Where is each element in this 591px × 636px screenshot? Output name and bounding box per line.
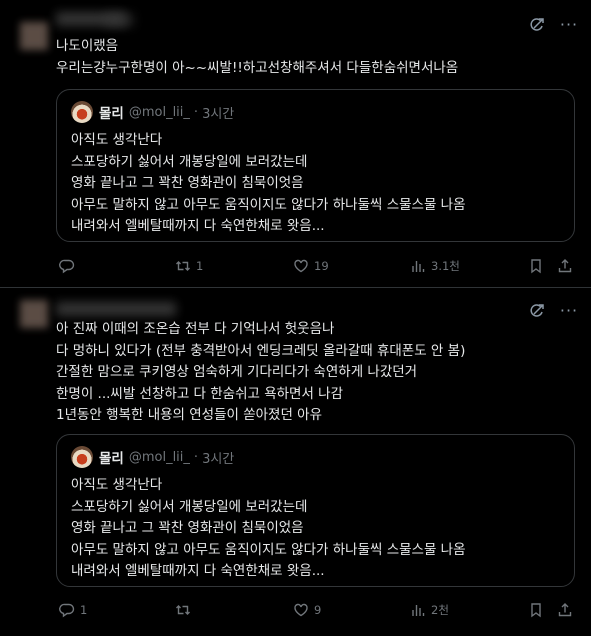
- repost-button[interactable]: [175, 600, 196, 620]
- repost-icon: [176, 605, 190, 615]
- bookmark-icon: [531, 259, 541, 274]
- share-button[interactable]: [557, 600, 578, 620]
- share-icon: [558, 603, 572, 617]
- tweet-text-line: 간절한 맘으로 쿠키영상 엄숙하게 기다리다가 숙연하게 나갔던거: [56, 364, 418, 380]
- quoted-tweet[interactable]: 몰리 @mol_lii_ · 3시간 아직도 생각난다 스포당하기 싫어서 개봉…: [56, 434, 575, 587]
- repost-icon: [176, 261, 190, 271]
- tweet-text-line: 우리는걍누구한명이 아~~씨발!!하고선창해주셔서 다들한숨쉬면서나옴: [56, 59, 459, 76]
- grok-icon[interactable]: [529, 303, 545, 319]
- more-icon[interactable]: ···: [559, 17, 579, 35]
- avatar[interactable]: [20, 300, 48, 328]
- views-icon: [412, 261, 425, 272]
- quoted-text-line: 영화 끝나고 그 꽉찬 영화관이 침묵이었음: [71, 520, 304, 536]
- tweet-text-line: 아 진짜 이때의 조온습 전부 다 기억나서 헛웃음나: [56, 321, 335, 337]
- like-button[interactable]: 19: [293, 256, 329, 276]
- separator-dot: ·: [193, 449, 199, 465]
- quoted-text-line: 스포당하기 싫어서 개봉당일에 보러갔는데: [71, 498, 308, 515]
- quoted-text: 아직도 생각난다 스포당하기 싫어서 개봉당일에 보러갔는데 영화 끝나고 그 …: [71, 130, 564, 238]
- quoted-tweet[interactable]: 몰리 @mol_lii_ · 3시간 아직도 생각난다 스포당하기 싫어서 개봉…: [56, 89, 575, 242]
- tweet-text: 나도이랬음 우리는걍누구한명이 아~~씨발!!하고선창해주셔서 다들한숨쉬면서나…: [56, 36, 575, 79]
- bookmark-button[interactable]: [528, 256, 549, 276]
- tweet[interactable]: ··· 아 진짜 이때의 조온습 전부 다 기억나서 헛웃음나 다 멍하니 있다…: [0, 289, 591, 636]
- quoted-avatar[interactable]: [71, 446, 93, 468]
- like-count: 19: [314, 259, 329, 273]
- views-count: 2천: [431, 603, 449, 617]
- views-count: 3.1천: [431, 259, 460, 273]
- tweet-text: 아 진짜 이때의 조온습 전부 다 기억나서 헛웃음나 다 멍하니 있다가 (전…: [56, 319, 575, 427]
- reply-icon: [59, 259, 75, 274]
- grok-icon[interactable]: [529, 17, 545, 33]
- quoted-text-line: 스포당하기 싫어서 개봉당일에 보러갔는데: [71, 153, 308, 170]
- action-bar: 1 19 3.1천: [56, 256, 577, 276]
- tweet-text-line: 한명이 ...씨발 선창하고 다 한숨쉬고 욕하면서 나감: [56, 385, 344, 402]
- reply-count: 1: [80, 603, 88, 617]
- like-button[interactable]: 9: [293, 600, 321, 620]
- action-bar: 1 9 2천: [56, 600, 577, 620]
- quoted-author-name[interactable]: 몰리: [99, 447, 124, 467]
- quoted-text-line: 내려와서 엘베탈때까지 다 숙연한채로 왓음...: [71, 218, 325, 234]
- quoted-avatar[interactable]: [71, 101, 93, 123]
- heart-icon: [294, 259, 308, 273]
- like-count: 9: [314, 603, 322, 617]
- tweet-text-line: 나도이랬음: [56, 38, 119, 54]
- quoted-author-name[interactable]: 몰리: [99, 102, 124, 122]
- repost-button[interactable]: 1: [175, 256, 203, 276]
- reply-button[interactable]: [59, 256, 80, 276]
- author-handle[interactable]: [104, 13, 134, 27]
- quoted-text-line: 아무도 말하지 않고 아무도 움직이지도 않다가 하나둘씩 스물스물 나옴: [71, 196, 466, 213]
- reply-button[interactable]: 1: [59, 600, 87, 620]
- avatar[interactable]: [20, 22, 48, 50]
- quoted-timestamp[interactable]: 3시간: [202, 448, 234, 467]
- author-name[interactable]: [56, 302, 176, 316]
- reply-icon: [59, 603, 75, 618]
- share-icon: [558, 259, 572, 273]
- tweet[interactable]: ··· 나도이랬음 우리는걍누구한명이 아~~씨발!!하고선창해주셔서 다들한숨…: [0, 0, 591, 288]
- repost-count: 1: [196, 259, 204, 273]
- quoted-timestamp[interactable]: 3시간: [202, 103, 234, 122]
- quoted-text-line: 영화 끝나고 그 꽉찬 영화관이 침묵이엇음: [71, 175, 304, 191]
- tweet-text-line: 다 멍하니 있다가 (전부 충격받아서 엔딩크레딧 올라갈때 휴대폰도 안 봄): [56, 342, 466, 359]
- tweet-text-line: 1년동안 행복한 내용의 연성들이 쏟아졌던 아유: [56, 407, 323, 423]
- bookmark-button[interactable]: [528, 600, 549, 620]
- share-button[interactable]: [557, 256, 578, 276]
- quoted-text-line: 아직도 생각난다: [71, 132, 163, 148]
- views-button[interactable]: 2천: [410, 600, 449, 620]
- quoted-author-handle[interactable]: @mol_lii_: [129, 450, 190, 465]
- bookmark-icon: [531, 603, 541, 618]
- quoted-author-handle[interactable]: @mol_lii_: [129, 105, 190, 120]
- quoted-text: 아직도 생각난다 스포당하기 싫어서 개봉당일에 보러갔는데 영화 끝나고 그 …: [71, 475, 564, 583]
- views-button[interactable]: 3.1천: [410, 256, 460, 276]
- heart-icon: [294, 603, 308, 617]
- separator-dot: ·: [193, 104, 199, 120]
- quoted-text-line: 아무도 말하지 않고 아무도 움직이지도 않다가 하나둘씩 스물스물 나옴: [71, 541, 466, 558]
- quoted-text-line: 아직도 생각난다: [71, 477, 163, 493]
- quoted-text-line: 내려와서 엘베탈때까지 다 숙연한채로 왓음...: [71, 563, 325, 579]
- views-icon: [412, 605, 425, 616]
